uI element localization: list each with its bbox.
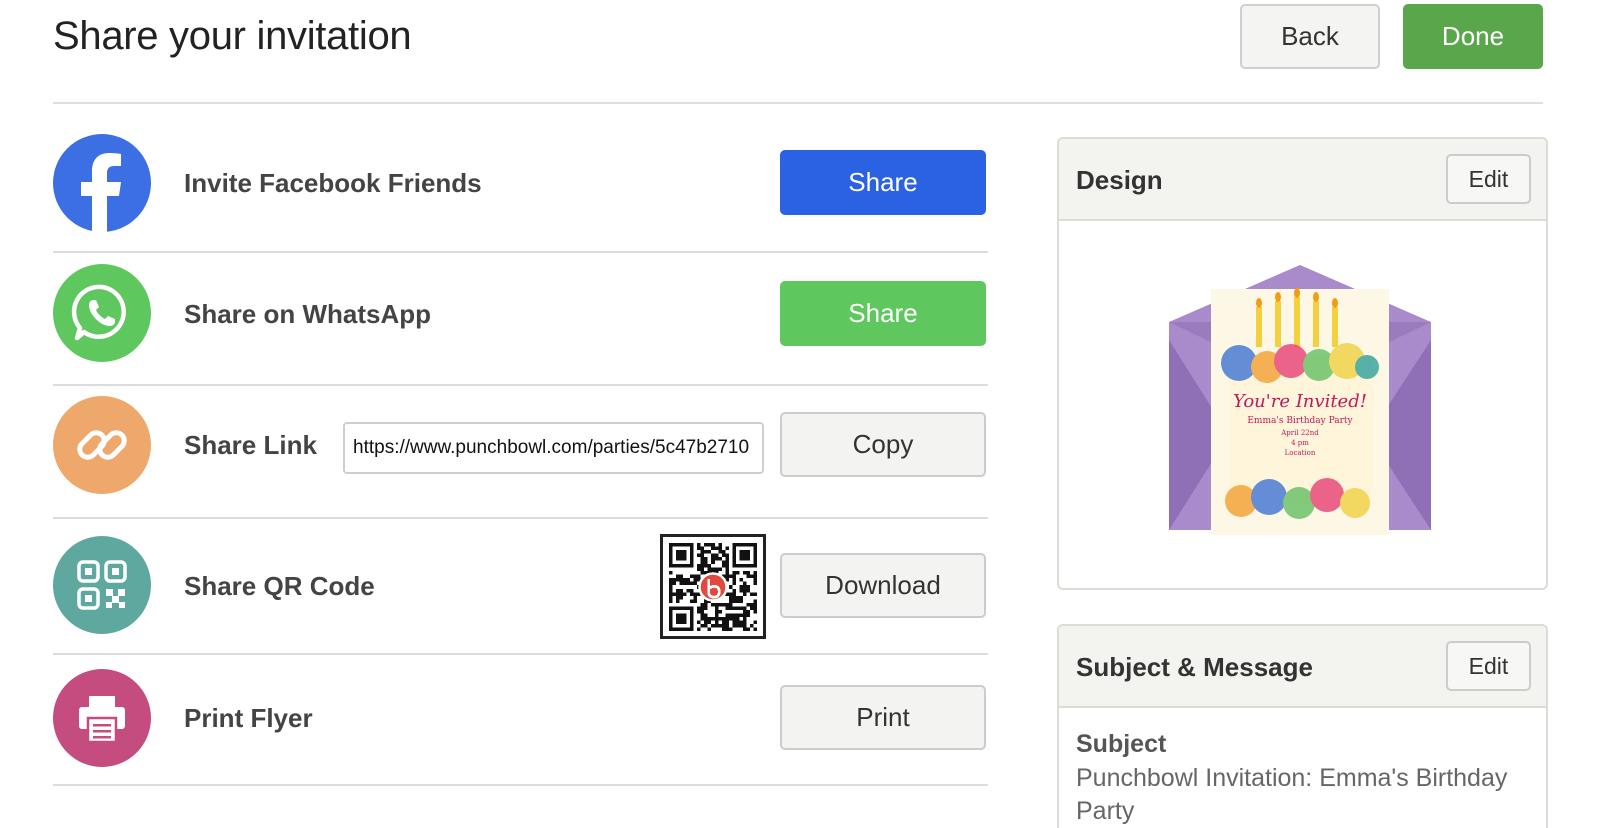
link-icon [53, 396, 151, 494]
qr-code-icon [53, 536, 151, 634]
invitation-line: 4 pm [1291, 439, 1309, 447]
back-button[interactable]: Back [1240, 4, 1380, 69]
share-row-whatsapp: Share on WhatsApp Share [53, 253, 988, 386]
design-card-header: Design Edit [1059, 139, 1546, 221]
share-row-label: Invite Facebook Friends [184, 168, 482, 198]
print-flyer-button[interactable]: Print [780, 685, 986, 750]
whatsapp-share-button[interactable]: Share [780, 281, 986, 346]
invitation-line: Emma's Birthday Party [1247, 416, 1353, 426]
share-link-input[interactable] [343, 422, 764, 474]
invitation-line: Location [1285, 449, 1316, 457]
edit-design-button[interactable]: Edit [1446, 154, 1531, 204]
share-row-label: Share QR Code [184, 571, 375, 601]
facebook-icon [53, 134, 151, 232]
share-row-print: Print Flyer Print [53, 655, 988, 786]
design-card: Design Edit You're Invited! Emma's Birth… [1057, 137, 1548, 590]
facebook-share-button[interactable]: Share [780, 150, 986, 215]
page-title: Share your invitation [53, 14, 412, 58]
share-row-facebook: Invite Facebook Friends Share [53, 120, 988, 253]
subject-message-card: Subject & Message Edit Subject Punchbowl… [1057, 624, 1548, 828]
invitation-line: April 22nd [1280, 429, 1319, 437]
subject-message-card-header: Subject & Message Edit [1059, 626, 1546, 708]
invitation-preview[interactable]: You're Invited! Emma's Birthday Party Ap… [1169, 265, 1431, 541]
subject-message-card-title: Subject & Message [1076, 652, 1313, 682]
page-header: Share your invitation Back Done [53, 0, 1543, 104]
subject-value: Punchbowl Invitation: Emma's Birthday Pa… [1076, 764, 1508, 825]
done-button[interactable]: Done [1403, 4, 1543, 69]
qr-code-image [660, 534, 766, 639]
share-row-link: Share Link Copy [53, 386, 988, 519]
design-card-title: Design [1076, 165, 1163, 195]
whatsapp-icon [53, 264, 151, 362]
edit-message-button[interactable]: Edit [1446, 641, 1531, 691]
share-row-label: Print Flyer [184, 703, 313, 733]
share-options-list: Invite Facebook Friends Share Share on W… [53, 120, 988, 786]
download-qr-button[interactable]: Download [780, 553, 986, 618]
share-row-qr: Share QR Code Download [53, 519, 988, 655]
share-row-label: Share Link [184, 430, 317, 460]
copy-link-button[interactable]: Copy [780, 412, 986, 477]
subject-label: Subject [1076, 730, 1167, 758]
invitation-headline: You're Invited! [1233, 391, 1367, 412]
printer-icon [53, 669, 151, 767]
share-row-label: Share on WhatsApp [184, 299, 432, 329]
